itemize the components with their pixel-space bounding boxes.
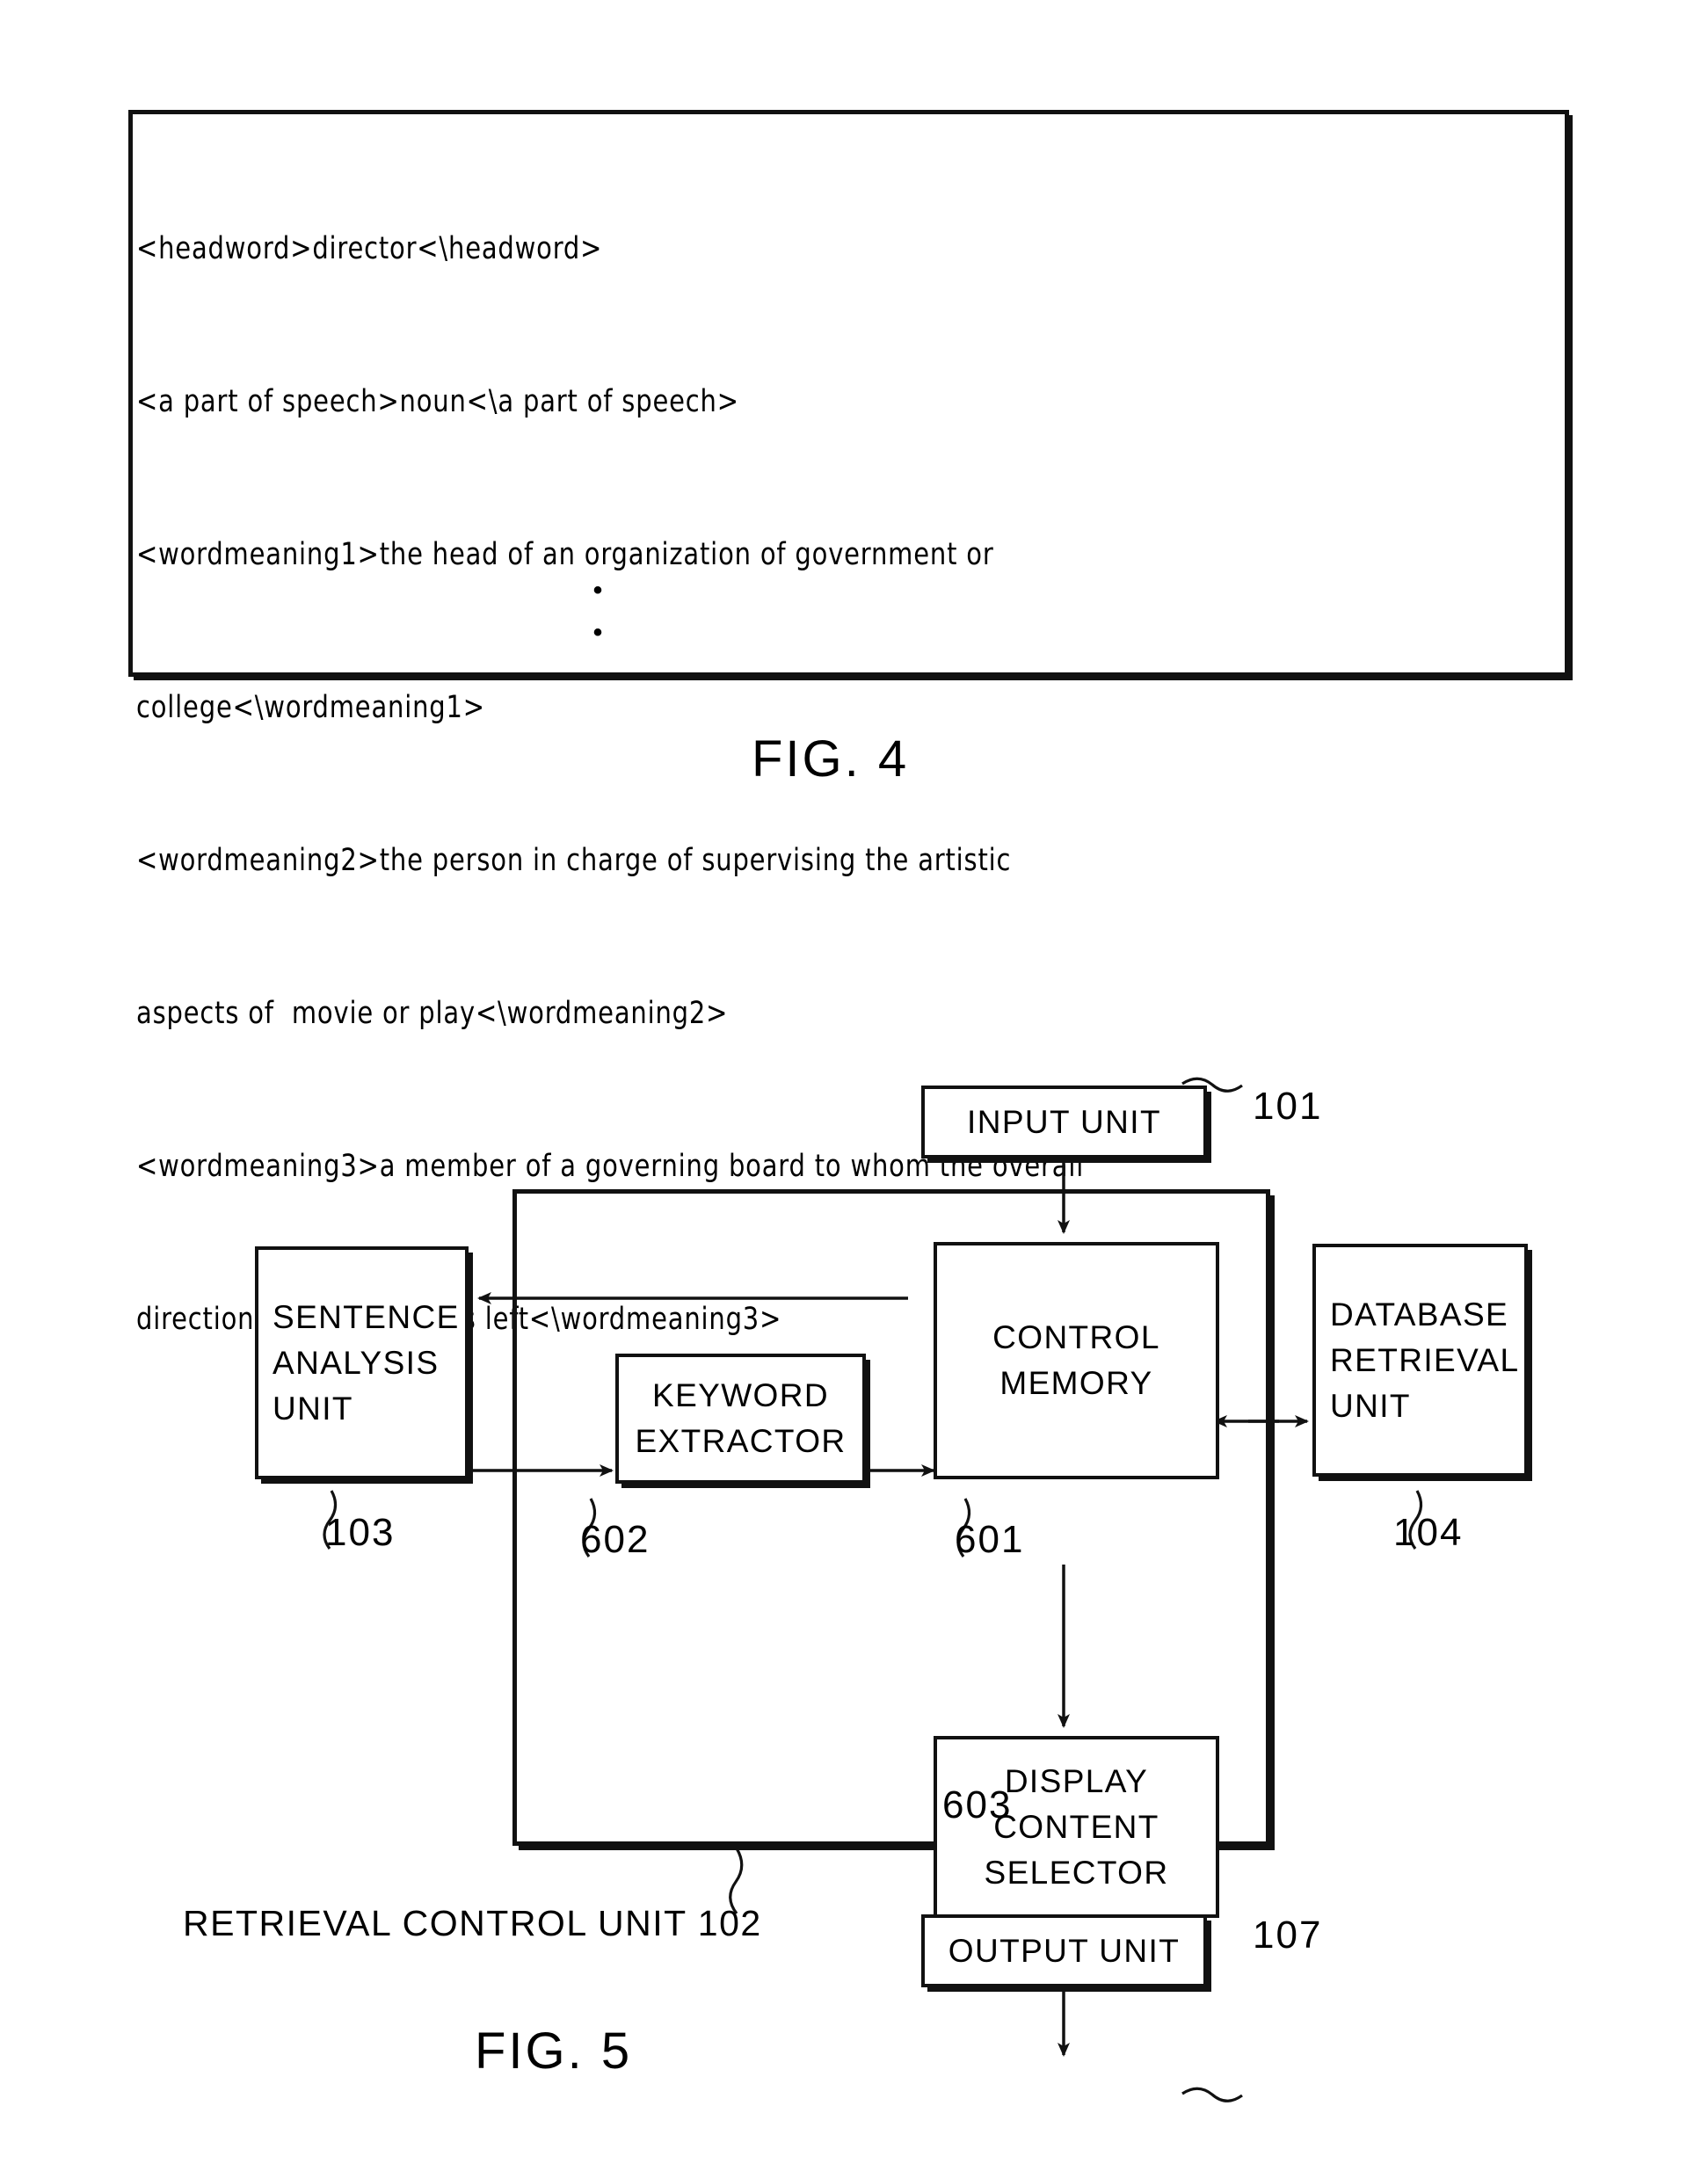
continuation-ellipsis: • • (580, 570, 615, 654)
entry-line-1: <headword>director<\headword> (136, 231, 603, 266)
ref-602: 602 (580, 1518, 650, 1561)
control-line-1: CONTROL (992, 1319, 1160, 1355)
sentence-analysis-unit-box[interactable]: SENTENCE ANALYSIS UNIT (255, 1246, 469, 1479)
ref-103: 103 (325, 1511, 396, 1554)
output-unit-box[interactable]: OUTPUT UNIT (921, 1914, 1207, 1987)
ref-101: 101 (1253, 1085, 1323, 1128)
ref-603: 603 (942, 1783, 1013, 1826)
sentence-line-2: ANALYSIS (273, 1344, 440, 1381)
database-line-3: UNIT (1330, 1387, 1411, 1424)
entry-line-2: <a part of speech>noun<\a part of speech… (136, 384, 739, 419)
input-unit-label: INPUT UNIT (967, 1103, 1161, 1140)
figure-5-label: FIG. 5 (475, 2022, 633, 2080)
figure-4-label: FIG. 4 (752, 730, 910, 788)
database-line-2: RETRIEVAL (1330, 1341, 1520, 1378)
database-retrieval-unit-box[interactable]: DATABASE RETRIEVAL UNIT (1312, 1244, 1528, 1477)
output-unit-label: OUTPUT UNIT (948, 1932, 1181, 1969)
ellipsis-dot-1: • (592, 576, 603, 605)
input-unit-box[interactable]: INPUT UNIT (921, 1086, 1207, 1158)
entry-line-5: <wordmeaning2>the person in charge of su… (136, 843, 1012, 878)
ellipsis-dot-2: • (592, 618, 603, 647)
entry-line-4: college<\wordmeaning1> (136, 690, 485, 725)
ref-104: 104 (1393, 1511, 1464, 1554)
sentence-line-3: UNIT (273, 1390, 353, 1427)
display-line-1: DISPLAY (1004, 1762, 1149, 1799)
keyword-line-2: EXTRACTOR (635, 1423, 847, 1459)
display-line-3: SELECTOR (984, 1854, 1169, 1891)
keyword-line-1: KEYWORD (652, 1377, 829, 1413)
keyword-extractor-box[interactable]: KEYWORD EXTRACTOR (615, 1354, 866, 1484)
ref-107: 107 (1253, 1913, 1323, 1957)
entry-line-3: <wordmeaning1>the head of an organizatio… (136, 537, 994, 572)
sentence-line-1: SENTENCE (273, 1298, 460, 1335)
retrieval-control-unit-caption: RETRIEVAL CONTROL UNIT 102 (183, 1903, 762, 1943)
display-line-2: CONTENT (993, 1808, 1159, 1845)
entry-line-6: aspects of movie or play<\wordmeaning2> (136, 996, 729, 1031)
control-memory-box[interactable]: CONTROL MEMORY (934, 1242, 1219, 1479)
leader-107 (1181, 2087, 1243, 2102)
control-line-2: MEMORY (999, 1365, 1153, 1401)
database-line-1: DATABASE (1330, 1296, 1509, 1333)
ref-601: 601 (955, 1518, 1025, 1561)
